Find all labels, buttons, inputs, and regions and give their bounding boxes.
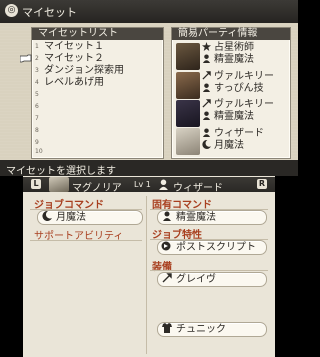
divider — [150, 270, 268, 271]
portrait-member-2 — [176, 72, 200, 99]
l-button[interactable]: L — [31, 179, 41, 189]
spirit-icon — [202, 54, 211, 63]
set-list-item[interactable]: 2 マイセット２ — [32, 53, 163, 65]
screen-title: マイセット — [22, 6, 77, 19]
arrow-icon — [161, 241, 171, 251]
set-list-heading: マイセットリスト — [32, 28, 163, 40]
portrait-member-1 — [176, 43, 200, 70]
spirit-icon — [159, 179, 168, 190]
r-button[interactable]: R — [257, 179, 267, 189]
character-portrait — [49, 177, 69, 192]
column-divider — [146, 196, 147, 354]
star-icon — [202, 42, 211, 51]
set-list-item[interactable]: 7 — [32, 113, 163, 125]
member-2-sub: すっぴん技 — [202, 83, 264, 95]
divider — [30, 240, 142, 241]
set-list-item[interactable]: 8 — [32, 125, 163, 137]
portrait-member-4 — [176, 128, 200, 155]
set-list-panel: マイセットリスト 1 マイセット１ 2 マイセット２ 3 ダンジョン探索用 4 レベルあ… — [31, 27, 164, 159]
character-name: マグノリア — [72, 183, 122, 194]
member-4-job: ウィザード — [202, 128, 264, 140]
prompt-text: マイセットを選択します — [6, 166, 116, 177]
moon-icon — [202, 140, 211, 149]
portrait-member-3 — [176, 100, 200, 127]
member-3-sub: 精霊魔法 — [202, 111, 254, 123]
party-info-heading: 簡易パーティ情報 — [172, 28, 290, 40]
menu-ring-icon: ◎ — [5, 4, 18, 17]
character-level: Lv 1 — [134, 180, 151, 189]
party-info-panel: 簡易パーティ情報 占星術師 精霊魔法 ヴァルキリー すっぴん技 ヴァルキリー 精… — [171, 27, 291, 159]
spirit-icon — [202, 83, 211, 92]
spirit-icon — [202, 128, 211, 137]
armor-slot[interactable]: チュニック — [157, 322, 267, 337]
set-list-item[interactable]: 5 — [32, 89, 163, 101]
spear-icon — [202, 71, 211, 80]
spear-icon — [162, 273, 172, 283]
spirit-icon — [202, 111, 211, 120]
member-2-job: ヴァルキリー — [202, 71, 274, 83]
spirit-icon — [163, 211, 171, 221]
member-4-sub: 月魔法 — [202, 140, 244, 152]
innate-command-slot[interactable]: 精霊魔法 — [157, 210, 267, 225]
member-3-job: ヴァルキリー — [202, 99, 274, 111]
pointer-hand-icon — [20, 54, 32, 63]
set-list-item[interactable]: 1 マイセット１ — [32, 41, 163, 53]
set-list-item[interactable]: 3 ダンジョン探索用 — [32, 65, 163, 77]
character-job: ウィザード — [173, 183, 223, 194]
job-command-slot[interactable]: 月魔法 — [37, 210, 143, 225]
weapon-slot[interactable]: グレイヴ — [157, 272, 267, 287]
moon-icon — [42, 211, 52, 221]
member-1-sub: 精霊魔法 — [202, 54, 254, 66]
job-trait-slot[interactable]: ポストスクリプト — [157, 240, 267, 255]
set-list-item[interactable]: 10 — [32, 146, 163, 158]
set-list-item[interactable]: 4 レベルあげ用 — [32, 77, 163, 89]
set-list-item[interactable]: 6 — [32, 101, 163, 113]
armor-icon — [162, 323, 172, 333]
member-1-job: 占星術師 — [202, 42, 254, 54]
spear-icon — [202, 99, 211, 108]
